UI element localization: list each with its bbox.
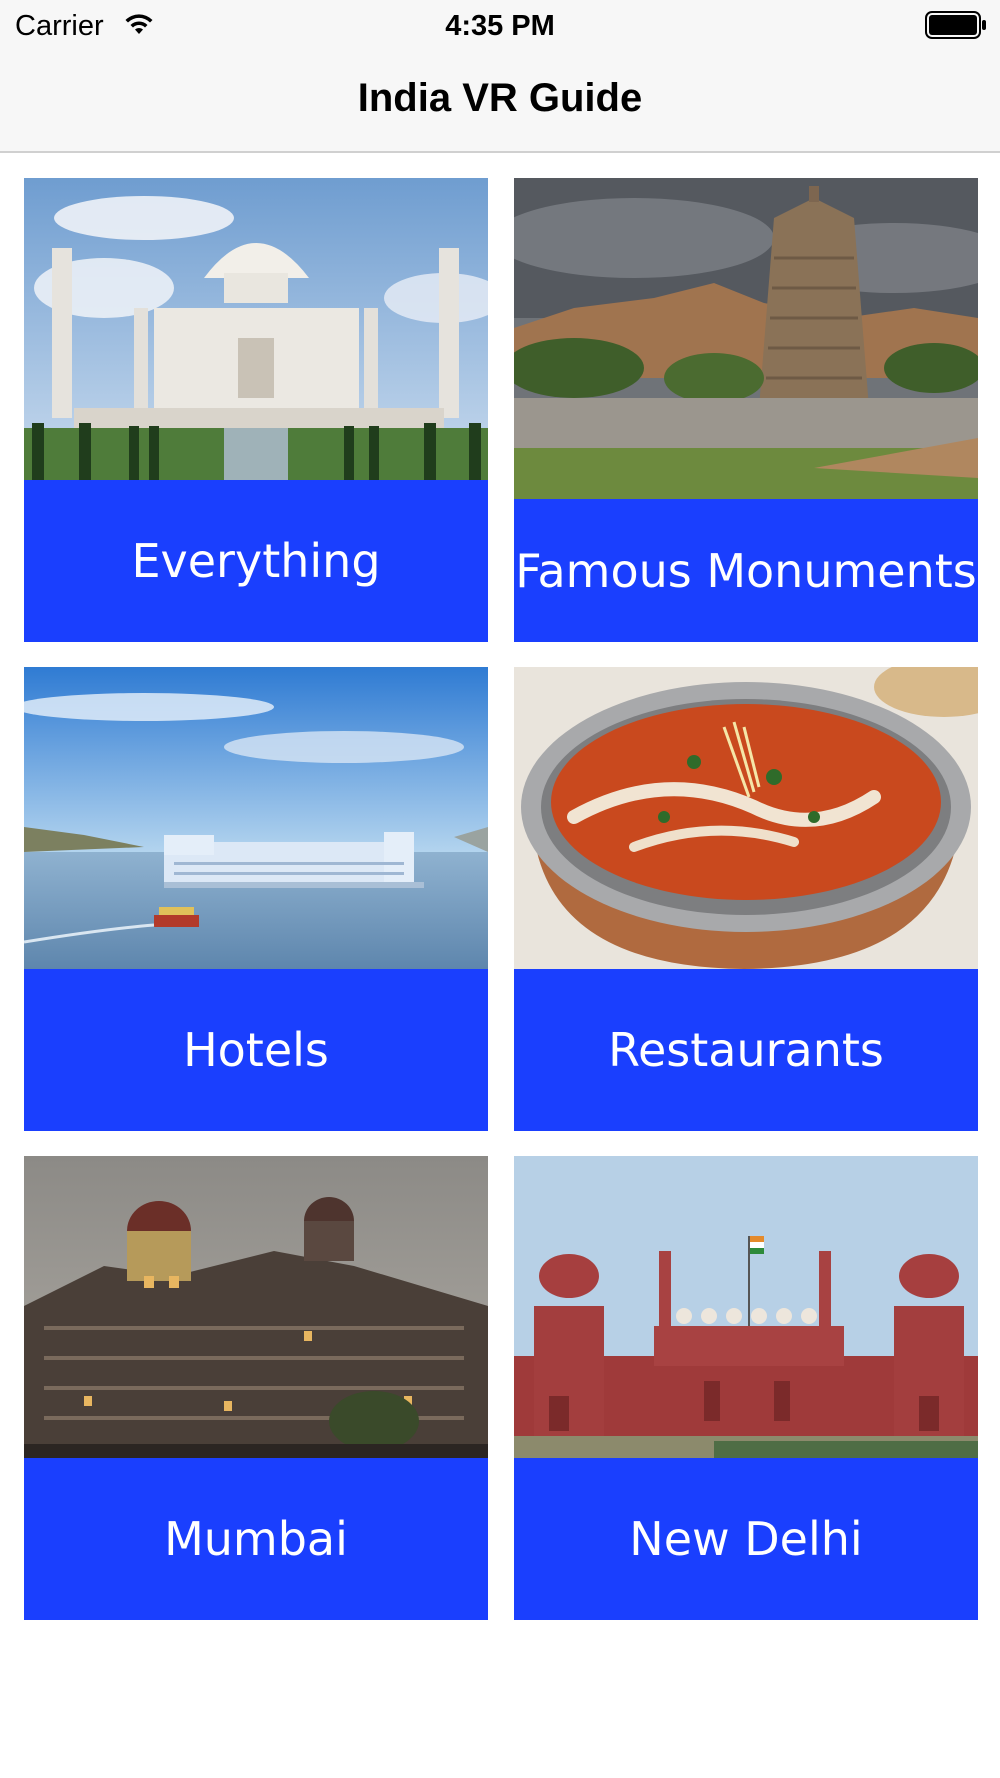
category-tile-new-delhi[interactable]: New Delhi [514, 1156, 978, 1620]
category-label-band: New Delhi [514, 1458, 978, 1620]
category-label-band: Famous Monuments [514, 499, 978, 642]
category-tile-everything[interactable]: Everything [24, 178, 488, 642]
red-fort-photo [514, 1156, 978, 1458]
page-title: India VR Guide [357, 76, 643, 120]
status-bar: Carrier 4:35 PM [0, 0, 1000, 50]
curry-bowl-photo [514, 667, 978, 969]
hampi-temple-photo [514, 178, 978, 499]
category-tile-restaurants[interactable]: Restaurants [514, 667, 978, 1131]
category-label: Famous Monuments [515, 543, 977, 598]
category-label: New Delhi [629, 1512, 863, 1566]
battery-full-icon [925, 11, 986, 39]
category-tile-mumbai[interactable]: Mumbai [24, 1156, 488, 1620]
category-label-band: Everything [24, 480, 488, 642]
category-label-band: Hotels [24, 969, 488, 1131]
category-tile-famous-monuments[interactable]: Famous Monuments [514, 178, 978, 642]
lake-palace-photo [24, 667, 488, 969]
taj-hotel-mumbai-photo [24, 1156, 488, 1458]
status-time: 4:35 PM [445, 10, 555, 42]
taj-mahal-photo [24, 178, 488, 480]
category-label: Restaurants [608, 1023, 884, 1077]
category-label: Mumbai [164, 1512, 348, 1566]
navigation-bar: India VR Guide [0, 50, 1000, 153]
category-label-band: Restaurants [514, 969, 978, 1131]
category-tile-hotels[interactable]: Hotels [24, 667, 488, 1131]
category-label: Hotels [183, 1023, 329, 1077]
category-label-band: Mumbai [24, 1458, 488, 1620]
category-label: Everything [131, 534, 381, 588]
home-screen: Carrier 4:35 PM India VR Guide Everythin… [0, 0, 1000, 1778]
